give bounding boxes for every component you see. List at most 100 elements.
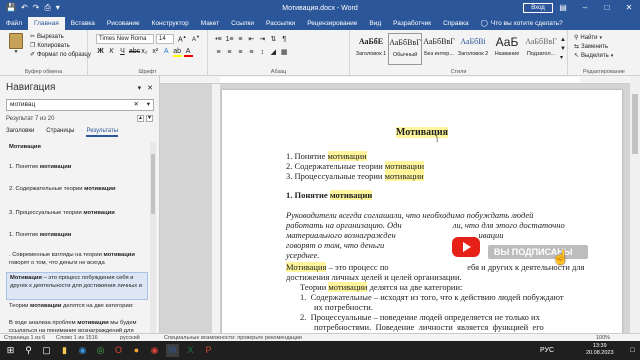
find-button[interactable]: ⚲ Найти ▾ [574,33,613,42]
powerpoint-icon[interactable]: P [202,344,215,357]
superscript-icon[interactable]: x² [151,48,160,55]
line-spacing-icon[interactable]: ↕ [258,49,267,56]
prev-result-icon[interactable]: ▲ [137,115,144,122]
list-item[interactable]: 1. Понятие мотивации [6,226,148,246]
tab-file[interactable]: Файл [0,17,28,30]
replace-button[interactable]: ⇆ Заменить [574,42,613,51]
style-subtitle[interactable]: АаБбВвГ Подзагол... [524,33,558,65]
select-button[interactable]: ↖ Выделить ▾ [574,51,613,60]
chrome-icon[interactable]: ◎ [94,344,107,357]
edge-icon[interactable]: ◉ [76,344,89,357]
next-result-icon[interactable]: ▼ [146,115,153,122]
list-item[interactable]: 1. Понятие мотивации [6,156,148,178]
styles-scroll-icon[interactable]: ▲ ▼ ▾ [560,36,566,63]
list-item[interactable]: В ходе анализа проблем мотивации мы буде… [6,316,148,334]
tab-insert[interactable]: Вставка [65,17,101,30]
nav-search-input[interactable]: мотивац ✕ ▾ [6,99,154,111]
document-scrollbar[interactable] [630,76,640,341]
nav-close-icon[interactable]: ✕ [147,84,153,92]
document-page[interactable]: Мотивация 1. Понятие мотивации 2. Содерж… [222,90,622,341]
tab-references[interactable]: Ссылки [225,17,260,30]
nav-tab-pages[interactable]: Страницы [46,128,74,137]
youtube-play-icon[interactable] [451,235,481,259]
show-marks-icon[interactable]: ¶ [280,36,289,43]
italic-icon[interactable]: К [107,48,116,55]
status-words[interactable]: Слово 1 из 1516 [56,334,98,342]
align-left-icon[interactable]: ≡ [214,49,223,56]
bold-icon[interactable]: Ж [96,48,105,55]
tab-help[interactable]: Справка [437,17,475,30]
redo-icon[interactable]: ↷ [33,4,40,12]
strikethrough-icon[interactable]: abc [129,48,140,55]
align-right-icon[interactable]: ≡ [236,49,245,56]
multilevel-list-icon[interactable]: ≡ [236,36,245,43]
excel-icon[interactable]: X [184,344,197,357]
file-explorer-icon[interactable]: ▮ [58,344,71,357]
nav-tab-headings[interactable]: Заголовки [6,128,34,137]
font-name-select[interactable]: Times New Roma [96,34,154,44]
style-title[interactable]: АаБ Название [490,33,524,65]
tab-mailings[interactable]: Рассылки [260,17,301,30]
align-center-icon[interactable]: ≡ [225,49,234,56]
borders-icon[interactable]: ▦ [280,48,289,56]
tab-design[interactable]: Конструктор [146,17,195,30]
cut-button[interactable]: ✂ Вырезать [30,32,91,41]
search-icon[interactable]: ⚲ [22,344,35,357]
clear-search-icon[interactable]: ✕ [134,100,139,110]
copy-button[interactable]: ❐ Копировать [30,41,91,50]
notifications-icon[interactable]: □ [626,344,639,357]
list-item[interactable]: 2. Содержательные теории мотивации [6,178,148,202]
style-heading-2[interactable]: АаБбВі Заголовок 2 [456,33,490,65]
search-options-icon[interactable]: ▾ [147,100,150,110]
status-zoom[interactable]: 100% [596,334,610,342]
tab-developer[interactable]: Разработчик [387,17,437,30]
save-icon[interactable]: 💾 [6,4,16,12]
undo-icon[interactable]: ↶ [21,4,28,12]
tab-home[interactable]: Главная [27,17,65,30]
signin-button[interactable]: Вход [523,3,553,13]
subscript-icon[interactable]: x₂ [140,48,149,55]
bullets-icon[interactable]: •≡ [214,36,223,43]
shading-icon[interactable]: ◢ [269,48,278,56]
increase-indent-icon[interactable]: ⇥ [258,35,267,43]
list-item[interactable]: 3. Процессуальные теории мотивации [6,202,148,226]
format-painter-button[interactable]: ✐ Формат по образцу [30,50,91,59]
minimize-icon[interactable]: – [574,0,596,16]
style-heading-1[interactable]: АаБбЕ Заголовок 1 [354,33,388,65]
font-color-icon[interactable]: A [183,48,193,57]
text-effects-icon[interactable]: A [162,48,171,55]
app-icon[interactable]: ● [130,344,143,357]
windows-start-icon[interactable]: ⊞ [4,344,17,357]
word-icon[interactable]: W [166,344,179,357]
decrease-indent-icon[interactable]: ⇤ [247,35,256,43]
font-size-select[interactable]: 14 [156,34,174,44]
tab-view[interactable]: Вид [363,17,387,30]
app-icon-2[interactable]: ◉ [148,344,161,357]
grow-font-icon[interactable]: A▲ [178,34,187,43]
tab-layout[interactable]: Макет [195,17,225,30]
tell-me-box[interactable]: ◯ Что вы хотите сделать? [475,17,569,30]
status-page[interactable]: Страница 1 из 6 [4,334,45,342]
ribbon-display-icon[interactable]: ▤ [552,0,574,16]
tab-review[interactable]: Рецензирование [301,17,363,30]
tab-draw[interactable]: Рисование [101,17,146,30]
shrink-font-icon[interactable]: A▼ [192,34,200,43]
status-accessibility[interactable]: Специальные возможности: проверьте реком… [164,334,302,342]
opera-icon[interactable]: O [112,344,125,357]
maximize-icon[interactable]: □ [596,0,618,16]
paste-button[interactable]: ▾ [6,33,26,59]
task-view-icon[interactable]: ▢ [40,344,53,357]
numbering-icon[interactable]: 1≡ [225,36,234,43]
underline-icon[interactable]: Ч [118,48,127,55]
close-icon[interactable]: ✕ [618,0,640,16]
justify-icon[interactable]: ≡ [247,49,256,56]
list-item[interactable]: Теории мотивации делятся на две категори… [6,300,148,316]
print-preview-icon[interactable]: ⎙ [44,4,50,12]
customize-icon[interactable]: ▾ [56,4,60,12]
style-no-spacing[interactable]: АаБбВвГ Без интер... [422,33,456,65]
keyboard-language[interactable]: РУС [540,347,554,355]
highlight-icon[interactable]: ab [172,48,182,57]
list-item[interactable]: . Современные взгляды на теории мотиваци… [6,250,148,272]
list-item[interactable]: Мотивация [6,142,148,156]
nav-tab-results[interactable]: Результаты [86,128,119,137]
